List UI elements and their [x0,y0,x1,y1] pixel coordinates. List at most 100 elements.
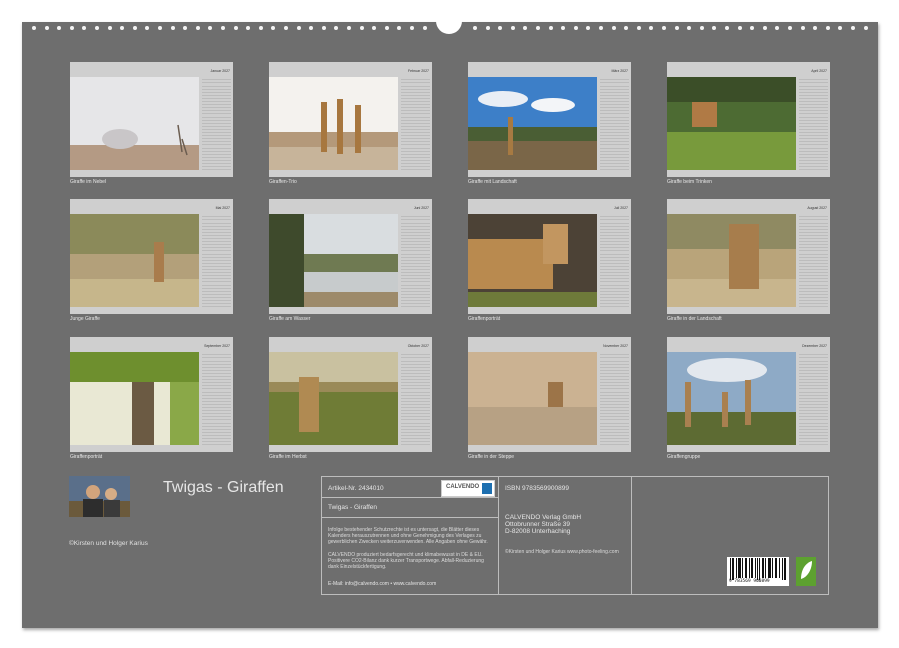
binding-hole [145,26,150,30]
binding-hole [410,26,414,30]
month-label: April 2027 [811,69,827,73]
binding-hole [586,26,591,30]
binding-hole [334,26,339,30]
month-thumb[interactable]: Januar 2027 [70,62,233,177]
month-label: September 2027 [204,344,230,348]
publisher-line-3: D-82008 Unterhaching [505,528,571,535]
date-lines [600,214,629,307]
month-caption: Giraffe in der Steppe [468,454,515,460]
binding-hole [498,26,503,30]
product-info-box: Artikel-Nr. 2434010 CALVENDO Twigas - Gi… [321,476,829,595]
binding-hole [359,26,364,30]
photo-image [269,352,398,445]
binding-hole [725,26,729,30]
photo-image [269,214,398,307]
month-label: Juni 2027 [413,206,429,210]
binding-hole [762,26,767,30]
binding-hole [120,26,125,30]
binding-hole [536,26,540,30]
calvendo-logo: CALVENDO [441,480,495,497]
month-caption: Giraffenporträt [70,454,103,460]
photo-image [70,214,199,307]
binding-hole [132,26,137,30]
binding-hole [32,26,36,30]
binding-hole [82,26,87,30]
binding-hole [485,26,490,30]
binding-hole [233,26,238,30]
binding-hole [221,26,225,30]
photo-image [468,214,597,307]
month-label: Oktober 2027 [407,344,429,348]
binding-hole [347,26,351,30]
month-label: Dezember 2027 [802,344,827,348]
binding-hole [183,26,188,30]
calendar-title: Twigas - Giraffen [163,479,284,496]
month-caption: Giraffe am Wasser [269,316,311,322]
month-thumb[interactable]: Juli 2027 [468,199,631,314]
binding-hole [69,26,74,30]
date-lines [401,352,430,445]
binding-hole [195,26,200,30]
isbn: ISBN 9783569900899 [505,485,569,492]
month-caption: Giraffe im Nebel [70,179,107,185]
binding-hole [296,26,301,30]
month-thumb[interactable]: Oktober 2027 [269,337,432,452]
photo-image [468,77,597,170]
binding-hole [636,26,641,30]
divider [322,517,498,518]
binding-hole [674,26,679,30]
month-thumb[interactable]: November 2027 [468,337,631,452]
month-label: Juli 2027 [613,206,628,210]
binding-hole [309,26,314,30]
month-label: Mai 2027 [215,206,230,210]
binding-hole [44,26,49,30]
binding-hole [561,26,566,30]
month-caption: Giraffengruppe [667,454,701,460]
date-lines [799,352,828,445]
binding-hole [624,26,629,30]
binding-hole [271,26,276,30]
month-thumb[interactable]: Dezember 2027 [667,337,830,452]
binding-hole [750,26,755,30]
month-thumb[interactable]: Juni 2027 [269,199,432,314]
month-thumb[interactable]: März 2027 [468,62,631,177]
binding-hole [170,26,175,30]
eco-leaf-icon [796,557,816,586]
month-thumb[interactable]: August 2027 [667,199,830,314]
photo-image [269,77,398,170]
date-lines [600,77,629,170]
month-caption: Giraffenporträt [468,316,501,322]
logo-mark [482,483,492,494]
month-caption: Giraffe im Herbst [269,454,307,460]
date-lines [600,352,629,445]
binding-hole [473,26,477,30]
binding-hole [246,26,251,30]
binding-hole [851,26,855,30]
photo-image [70,77,199,170]
month-label: November 2027 [603,344,628,348]
barcode: 9 783569 900899 [727,557,789,586]
contact-email: E-Mail: info@calvendo.com • www.calvendo… [328,581,437,587]
month-thumb[interactable]: Februar 2027 [269,62,432,177]
date-lines [799,77,828,170]
binding-hole [158,26,162,30]
month-thumb[interactable]: Mai 2027 [70,199,233,314]
month-thumb[interactable]: April 2027 [667,62,830,177]
divider [322,497,498,498]
copyright-authors: ©Kirsten und Holger Karius [69,540,148,547]
binding-hole [510,26,515,30]
month-thumb[interactable]: September 2027 [70,337,233,452]
month-caption: Giraffen-Trio [269,179,297,185]
binding-hole [95,26,99,30]
binding-hole [813,26,818,30]
binding-hole [384,26,389,30]
binding-hole [800,26,805,30]
date-lines [202,77,231,170]
photo-image [667,77,796,170]
publisher-line-2: Ottobrunner Straße 39 [505,521,571,528]
binding-hole [825,26,830,30]
binding-hole [57,26,62,30]
binding-hole [208,26,213,30]
article-number: Artikel-Nr. 2434010 [328,485,384,492]
binding-hole [284,26,288,30]
